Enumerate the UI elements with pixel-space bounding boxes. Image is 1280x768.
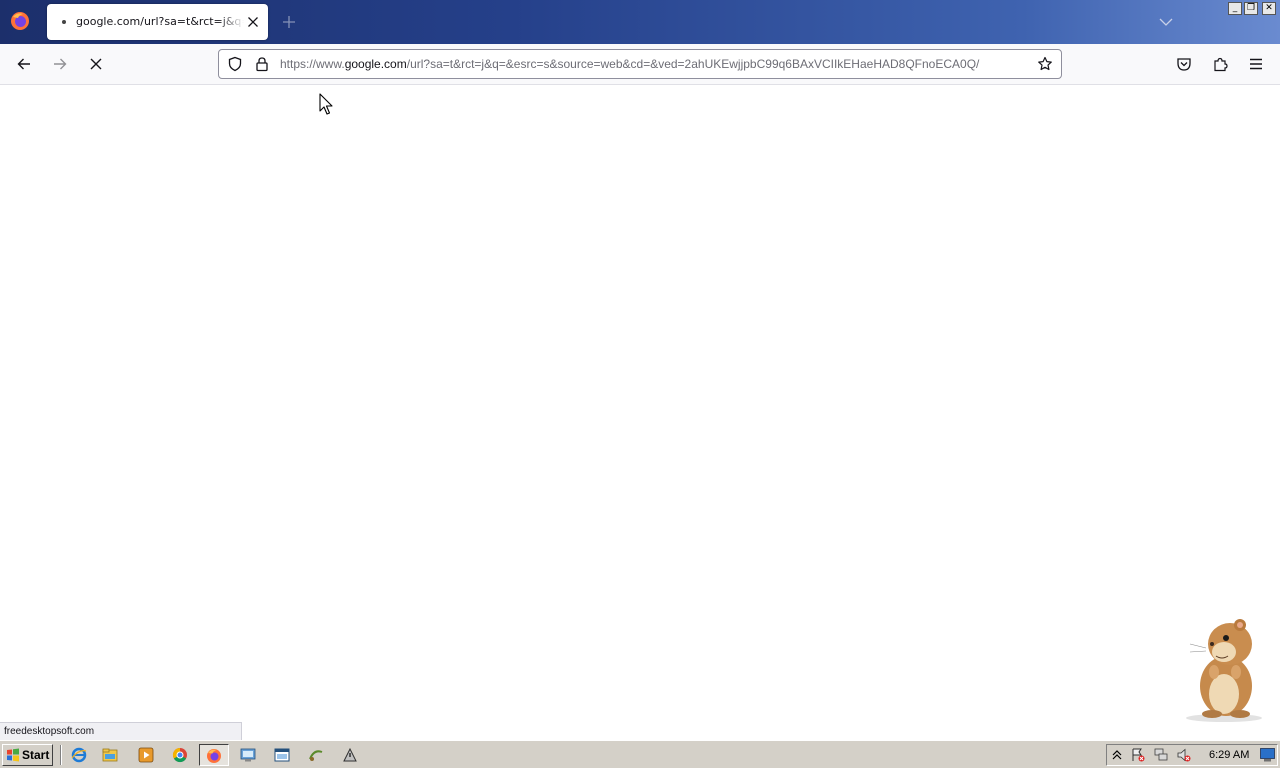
- taskbar-internet-explorer[interactable]: [65, 744, 95, 766]
- firefox-icon: [207, 749, 221, 763]
- taskbar-window-app[interactable]: [268, 744, 298, 766]
- file-explorer-icon: [102, 748, 118, 762]
- url-bar[interactable]: https://www.google.com/url?sa=t&rct=j&q=…: [218, 49, 1062, 79]
- chevron-up-icon[interactable]: [1110, 748, 1124, 762]
- forward-arrow-icon[interactable]: [52, 56, 68, 72]
- url-path: /url?sa=t&rct=j&q=&esrc=s&source=web&cd=…: [406, 57, 980, 71]
- back-arrow-icon[interactable]: [16, 56, 32, 72]
- tab-strip: google.com/url?sa=t&rct=j&q=&esrc=s&sour…: [0, 0, 1280, 44]
- show-desktop-icon[interactable]: [1260, 748, 1275, 762]
- media-player-icon: [138, 747, 154, 763]
- taskbar: Start 6:29 AM: [0, 740, 1280, 768]
- system-tray: 6:29 AM: [1106, 744, 1278, 766]
- desktop-pet-hamster[interactable]: [1176, 614, 1266, 724]
- url-host: google.com: [344, 57, 407, 71]
- plus-icon[interactable]: [281, 14, 297, 30]
- tab-loading-dot: [62, 20, 66, 24]
- network-icon: [240, 748, 256, 762]
- url-text[interactable]: https://www.google.com/url?sa=t&rct=j&q=…: [280, 57, 1030, 73]
- taskbar-tool-app[interactable]: [336, 744, 366, 766]
- navigation-toolbar: https://www.google.com/url?sa=t&rct=j&q=…: [0, 44, 1280, 85]
- minimize-button[interactable]: _: [1228, 2, 1242, 15]
- shield-icon[interactable]: [227, 56, 243, 72]
- tool-icon: [343, 747, 357, 762]
- close-icon[interactable]: [245, 14, 261, 30]
- star-icon[interactable]: [1037, 56, 1053, 72]
- mouse-cursor: [319, 93, 333, 115]
- start-button[interactable]: Start: [2, 744, 53, 766]
- window-icon: [274, 748, 290, 762]
- app-icon: [309, 750, 323, 761]
- tab-title: google.com/url?sa=t&rct=j&q=&esrc=s&sour…: [76, 15, 244, 28]
- taskbar-firefox[interactable]: [199, 744, 229, 766]
- restore-button[interactable]: ❐: [1244, 2, 1258, 15]
- firefox-icon[interactable]: [10, 11, 30, 31]
- status-bar: freedesktopsoft.com: [0, 722, 242, 740]
- lock-icon[interactable]: [254, 56, 270, 72]
- clock[interactable]: 6:29 AM: [1209, 749, 1249, 761]
- stop-icon[interactable]: [88, 56, 104, 72]
- taskbar-chrome[interactable]: [166, 744, 196, 766]
- close-window-button[interactable]: ✕: [1262, 2, 1276, 15]
- volume-muted-icon[interactable]: [1177, 748, 1191, 762]
- network-tray-icon[interactable]: [1154, 748, 1168, 762]
- chrome-icon: [172, 747, 187, 763]
- tab-active[interactable]: google.com/url?sa=t&rct=j&q=&esrc=s&sour…: [47, 4, 268, 40]
- taskbar-separator: [60, 745, 62, 765]
- internet-explorer-icon: [71, 747, 87, 763]
- hamburger-menu-icon[interactable]: [1248, 56, 1264, 72]
- flag-alert-icon[interactable]: [1131, 748, 1145, 762]
- taskbar-media-player[interactable]: [132, 744, 162, 766]
- chevron-down-icon[interactable]: [1158, 14, 1174, 30]
- taskbar-app[interactable]: [302, 744, 332, 766]
- taskbar-network-app[interactable]: [234, 744, 264, 766]
- page-content: [0, 85, 1280, 740]
- taskbar-file-explorer[interactable]: [96, 744, 126, 766]
- pocket-icon[interactable]: [1176, 56, 1192, 72]
- start-label: Start: [22, 748, 50, 762]
- url-prefix: https://www.: [280, 57, 345, 71]
- windows-flag-icon: [7, 748, 19, 762]
- extensions-icon[interactable]: [1212, 56, 1228, 72]
